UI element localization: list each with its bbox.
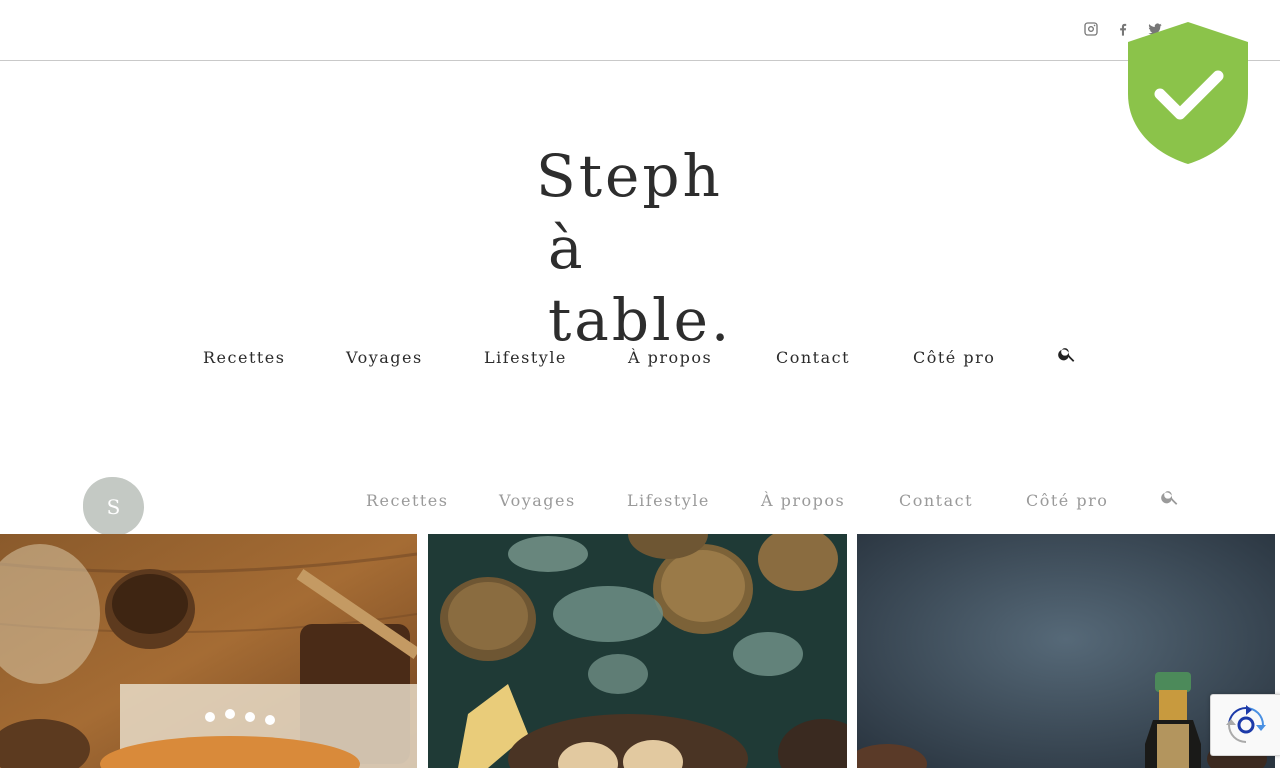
- nav-item-lifestyle[interactable]: Lifestyle: [484, 348, 567, 367]
- sticky-nav: Recettes Voyages Lifestyle À propos Cont…: [0, 489, 1280, 519]
- post-card-pumpkins[interactable]: [428, 534, 847, 768]
- nav-item-cote-pro[interactable]: Côté pro: [913, 348, 995, 367]
- pumpkins-pears-eucalyptus-photo: [428, 534, 847, 768]
- sticky-nav-item-a-propos[interactable]: À propos: [761, 491, 845, 510]
- logo-line-1: Steph: [536, 142, 723, 210]
- post-card-pizza[interactable]: [0, 534, 417, 768]
- nav-item-contact[interactable]: Contact: [776, 348, 850, 367]
- pizza-wood-table-photo: [0, 534, 417, 768]
- search-icon: [1058, 348, 1075, 362]
- sticky-search-button[interactable]: [1160, 487, 1180, 507]
- logo-line-2: à table.: [548, 214, 733, 354]
- top-bar: [0, 0, 1280, 61]
- recaptcha-badge[interactable]: [1210, 694, 1280, 756]
- recaptcha-icon: [1226, 705, 1266, 743]
- sticky-nav-item-voyages[interactable]: Voyages: [499, 491, 576, 510]
- sticky-nav-item-contact[interactable]: Contact: [899, 491, 973, 510]
- post-grid: [0, 534, 1280, 768]
- sticky-nav-item-lifestyle[interactable]: Lifestyle: [627, 491, 710, 510]
- main-nav: Recettes Voyages Lifestyle À propos Cont…: [0, 346, 1280, 376]
- nav-item-voyages[interactable]: Voyages: [346, 348, 423, 367]
- shield-check-icon: [1128, 22, 1248, 164]
- sticky-nav-item-cote-pro[interactable]: Côté pro: [1026, 491, 1108, 510]
- search-icon: [1161, 491, 1178, 505]
- search-button[interactable]: [1057, 344, 1077, 364]
- nav-item-a-propos[interactable]: À propos: [628, 348, 712, 367]
- site-logo[interactable]: Steph à table.: [536, 140, 776, 356]
- security-badge[interactable]: [1126, 20, 1250, 166]
- sticky-nav-item-recettes[interactable]: Recettes: [366, 491, 448, 510]
- instagram-icon[interactable]: [1082, 20, 1100, 38]
- nav-item-recettes[interactable]: Recettes: [203, 348, 285, 367]
